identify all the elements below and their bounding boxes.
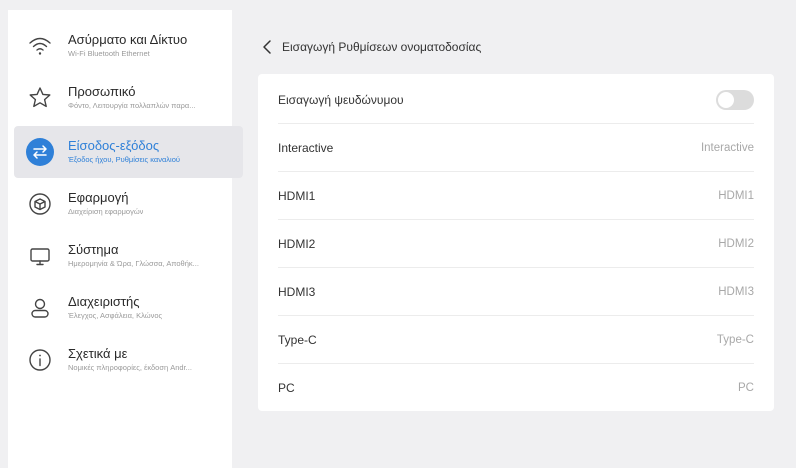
- sidebar-item-title: Ασύρματο και Δίκτυο: [68, 32, 188, 47]
- chevron-left-icon[interactable]: [262, 39, 272, 55]
- pseudonym-toggle-row[interactable]: Εισαγωγή ψευδώνυμου: [278, 76, 754, 124]
- sidebar-item-title: Προσωπικό: [68, 84, 136, 99]
- sidebar-item-subtitle: Νομικές πληροφορίες, έκδοση Andr...: [68, 363, 192, 372]
- source-name-row-hdmi1[interactable]: HDMI1 HDMI1: [278, 172, 754, 220]
- sidebar-item-subtitle: Φόντο, Λειτουργία πολλαπλών παρα...: [68, 101, 196, 110]
- source-name-row-type-c[interactable]: Type-C Type-C: [278, 316, 754, 364]
- info-icon: [26, 346, 54, 374]
- sidebar-item-title: Εφαρμογή: [68, 190, 129, 205]
- source-label: HDMI2: [278, 236, 316, 251]
- sidebar-item-system[interactable]: Σύστημα Ημερομηνία & Ώρα, Γλώσσα, Αποθήκ…: [14, 230, 243, 282]
- sidebar-item-application[interactable]: Εφαρμογή Διαχείριση εφαρμογών: [14, 178, 243, 230]
- page-title: Εισαγωγή Ρυθμίσεων ονοματοδοσίας: [282, 40, 482, 54]
- page-header: Εισαγωγή Ρυθμίσεων ονοματοδοσίας: [262, 38, 481, 56]
- sidebar-item-subtitle: Διαχείριση εφαρμογών: [68, 207, 144, 216]
- sidebar-item-administrator[interactable]: Διαχειριστής Έλεγχος, Ασφάλεια, Κλώνος: [14, 282, 243, 334]
- source-name-row-hdmi2[interactable]: HDMI2 HDMI2: [278, 220, 754, 268]
- source-name-value[interactable]: Interactive: [701, 142, 754, 154]
- source-label: Interactive: [278, 140, 334, 155]
- sidebar-item-title: Σύστημα: [68, 242, 119, 257]
- source-name-row-hdmi3[interactable]: HDMI3 HDMI3: [278, 268, 754, 316]
- swap-arrows-icon: [26, 138, 54, 166]
- cube-icon: [26, 190, 54, 218]
- sidebar-item-subtitle: Έλεγχος, Ασφάλεια, Κλώνος: [68, 311, 163, 320]
- source-name-value[interactable]: HDMI2: [718, 238, 754, 250]
- source-name-row-interactive[interactable]: Interactive Interactive: [278, 124, 754, 172]
- sidebar-item-subtitle: Ημερομηνία & Ώρα, Γλώσσα, Αποθήκ...: [68, 259, 199, 268]
- pseudonym-toggle[interactable]: [716, 89, 754, 110]
- source-label: PC: [278, 381, 295, 395]
- source-name-value[interactable]: HDMI3: [718, 286, 754, 298]
- settings-panel: Εισαγωγή ψευδώνυμου Interactive Interact…: [258, 74, 774, 411]
- source-label: HDMI1: [278, 188, 316, 203]
- source-name-value[interactable]: Type-C: [717, 334, 754, 346]
- sidebar-item-subtitle: Wi-Fi Bluetooth Ethernet: [68, 49, 150, 58]
- source-name-value[interactable]: PC: [738, 382, 754, 394]
- source-name-value[interactable]: HDMI1: [718, 190, 754, 202]
- wifi-icon: [26, 32, 54, 60]
- sidebar-item-subtitle: Έξοδος ήχου, Ρυθμίσεις καναλιού: [68, 155, 180, 164]
- sidebar-item-title: Σχετικά με: [68, 346, 128, 361]
- sidebar-item-about[interactable]: Σχετικά με Νομικές πληροφορίες, έκδοση A…: [14, 334, 243, 386]
- sidebar-item-personal[interactable]: Προσωπικό Φόντο, Λειτουργία πολλαπλών πα…: [14, 72, 243, 124]
- source-label: HDMI3: [278, 284, 316, 299]
- back-button[interactable]: [262, 38, 276, 56]
- toggle-knob: [718, 91, 734, 108]
- source-name-row-pc[interactable]: PC PC: [278, 364, 754, 412]
- pseudonym-label: Εισαγωγή ψευδώνυμου: [278, 92, 404, 107]
- sidebar-item-input-output[interactable]: Είσοδος-εξόδος Έξοδος ήχου, Ρυθμίσεις κα…: [14, 126, 243, 178]
- source-label: Type-C: [278, 332, 317, 347]
- monitor-icon: [26, 242, 54, 270]
- user-icon: [26, 294, 54, 322]
- star-icon: [26, 84, 54, 112]
- sidebar-item-wireless-network[interactable]: Ασύρματο και Δίκτυο Wi-Fi Bluetooth Ethe…: [14, 20, 243, 72]
- sidebar-item-title: Διαχειριστής: [68, 294, 140, 309]
- sidebar-item-title: Είσοδος-εξόδος: [68, 138, 160, 153]
